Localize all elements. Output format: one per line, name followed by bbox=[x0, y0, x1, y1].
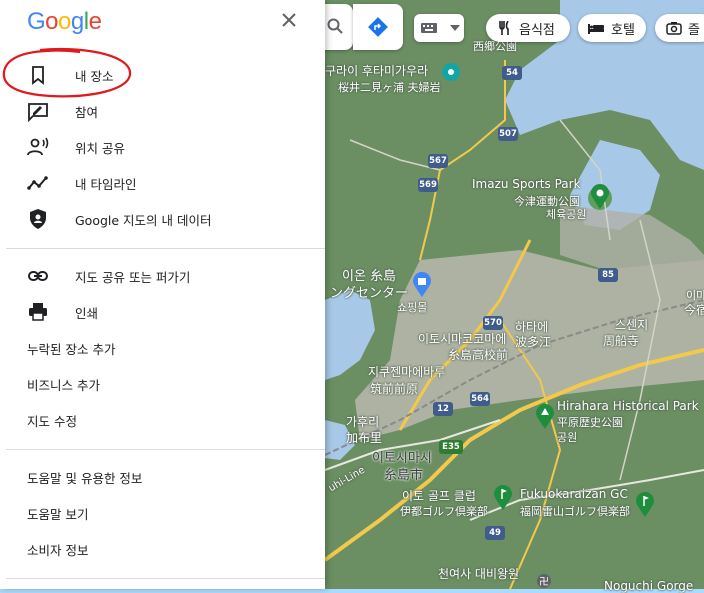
shield-icon bbox=[30, 209, 46, 229]
route-shield: E35 bbox=[439, 440, 463, 454]
map-label[interactable]: Noguchi Gorge bbox=[604, 579, 693, 593]
logo-letter: e bbox=[88, 8, 102, 35]
caret-down-icon[interactable] bbox=[450, 25, 460, 31]
map-label[interactable]: 지쿠젠마에바루 bbox=[368, 363, 445, 380]
logo-letter: o bbox=[58, 8, 71, 35]
menu-item-label: 도움말 보기 bbox=[27, 506, 89, 522]
close-icon[interactable] bbox=[278, 9, 300, 31]
restaurant-icon bbox=[499, 21, 509, 35]
map-label[interactable]: 桜井二見ヶ浦 夫婦岩 bbox=[338, 79, 441, 95]
menu-item-label: 내 타임라인 bbox=[75, 176, 137, 192]
map-label[interactable]: 筑前前原 bbox=[370, 380, 418, 397]
route-shield: 567 bbox=[428, 154, 448, 168]
park-pin-icon[interactable] bbox=[590, 184, 610, 210]
menu-item-add-missing-place[interactable]: 누락된 장소 추가 bbox=[0, 330, 325, 366]
map-label[interactable]: 福岡雷山ゴルフ倶楽部 bbox=[520, 503, 630, 519]
golf-pin-icon[interactable] bbox=[635, 492, 655, 518]
route-shield: 85 bbox=[598, 268, 618, 282]
menu-item-label: 인쇄 bbox=[75, 305, 99, 321]
divider bbox=[6, 578, 325, 579]
map-label[interactable]: 加布里 bbox=[346, 429, 382, 446]
map-label[interactable]: 今宿 bbox=[684, 301, 704, 318]
menu-item-label: 누락된 장소 추가 bbox=[27, 341, 116, 357]
location-sharing-icon bbox=[27, 137, 49, 156]
route-shield: 12 bbox=[433, 402, 453, 416]
shopping-pin-icon[interactable] bbox=[412, 272, 432, 298]
menu-item-label: 참여 bbox=[75, 104, 99, 120]
menu-item-label: 비즈니스 추가 bbox=[27, 377, 100, 393]
logo-letter: o bbox=[45, 8, 59, 35]
map-label[interactable]: 구라이 후타미가우라 bbox=[325, 62, 428, 79]
keyboard-icon bbox=[421, 23, 437, 33]
route-shield: 49 bbox=[485, 526, 505, 540]
logo-letter: g bbox=[70, 8, 84, 35]
side-menu-panel: Google 내 장소 참여 위치 공유 내 타임라인 Google 지도의 내… bbox=[0, 0, 325, 589]
menu-item-my-data[interactable]: Google 지도의 내 데이터 bbox=[0, 201, 325, 237]
route-shield: 564 bbox=[470, 392, 490, 406]
menu-item-label: 지도 공유 또는 퍼가기 bbox=[75, 269, 191, 285]
map-label[interactable]: Fukuokaraizan GC bbox=[520, 487, 628, 501]
chip-label: 호텔 bbox=[611, 22, 635, 38]
map-label[interactable]: 糸島高校前 bbox=[448, 346, 508, 363]
hotel-icon bbox=[588, 24, 604, 34]
chip-hotels[interactable]: 호텔 bbox=[578, 14, 646, 42]
menu-item-label: 소비자 정보 bbox=[27, 542, 89, 558]
menu-item-add-business[interactable]: 비즈니스 추가 bbox=[0, 366, 325, 402]
menu-item-get-help[interactable]: 도움말 보기 bbox=[0, 495, 325, 531]
divider bbox=[6, 248, 325, 249]
menu-item-share-embed[interactable]: 지도 공유 또는 퍼가기 bbox=[0, 258, 325, 294]
map-label[interactable]: 平原歴史公園 bbox=[557, 414, 623, 430]
divider bbox=[6, 449, 325, 450]
google-logo[interactable]: Google bbox=[27, 8, 102, 36]
map-label[interactable]: 이토시마코코마에 bbox=[418, 330, 506, 347]
directions-button[interactable] bbox=[353, 4, 403, 50]
map-label[interactable]: 伊都ゴルフ倶楽部 bbox=[400, 503, 488, 519]
chip-things-to-do[interactable]: 즐 bbox=[655, 14, 704, 42]
map-label[interactable]: 糸島市 bbox=[384, 464, 423, 483]
park-pin-icon[interactable] bbox=[535, 404, 555, 430]
route-shield: 54 bbox=[502, 66, 522, 80]
map-label[interactable]: 쇼핑몰 bbox=[397, 299, 427, 315]
input-tools-button[interactable] bbox=[414, 14, 464, 42]
attraction-pin-icon[interactable] bbox=[441, 62, 461, 84]
menu-item-location-sharing[interactable]: 위치 공유 bbox=[0, 129, 325, 165]
route-shield: 507 bbox=[498, 127, 518, 141]
menu-item-label: 지도 수정 bbox=[27, 413, 77, 429]
menu-item-label: Google 지도의 내 데이터 bbox=[75, 212, 212, 228]
link-icon bbox=[28, 271, 48, 281]
contribute-icon bbox=[28, 103, 48, 122]
menu-item-timeline[interactable]: 내 타임라인 bbox=[0, 165, 325, 201]
menu-item-print[interactable]: 인쇄 bbox=[0, 294, 325, 330]
map-label[interactable]: Hirahara Historical Park bbox=[557, 399, 699, 413]
search-icon[interactable] bbox=[327, 18, 343, 34]
golf-pin-icon[interactable] bbox=[493, 485, 513, 511]
map-label[interactable]: 공원 bbox=[557, 429, 577, 445]
camera-icon bbox=[666, 22, 682, 35]
directions-icon bbox=[368, 17, 388, 37]
menu-item-label: 도움말 및 유용한 정보 bbox=[27, 470, 143, 486]
map-label[interactable]: 波多江 bbox=[515, 333, 551, 350]
annotation-circle bbox=[2, 47, 132, 98]
menu-item-edit-map[interactable]: 지도 수정 bbox=[0, 402, 325, 438]
printer-icon bbox=[29, 303, 47, 321]
chip-restaurants[interactable]: 음식점 bbox=[486, 14, 570, 42]
route-shield: 570 bbox=[483, 316, 503, 330]
logo-letter: G bbox=[27, 8, 46, 35]
chip-label: 즐 bbox=[688, 22, 700, 38]
map-label[interactable]: 가후리 bbox=[346, 413, 379, 430]
map-label[interactable]: 이토 골프 클럽 bbox=[402, 487, 476, 504]
chip-label: 음식점 bbox=[519, 22, 555, 38]
map-label[interactable]: Imazu Sports Park bbox=[472, 177, 581, 191]
timeline-icon bbox=[27, 176, 48, 190]
menu-item-consumer-info[interactable]: 소비자 정보 bbox=[0, 531, 325, 567]
temple-icon[interactable]: 卍 bbox=[536, 573, 552, 589]
map-label[interactable]: 스센지 bbox=[615, 316, 648, 333]
svg-text:卍: 卍 bbox=[539, 576, 549, 588]
map-label[interactable]: 천여사 대비왕원 bbox=[438, 565, 519, 582]
menu-item-tips-and-tricks[interactable]: 도움말 및 유용한 정보 bbox=[0, 459, 325, 495]
map-label[interactable]: 체육공원 bbox=[546, 206, 586, 222]
menu-item-label: 위치 공유 bbox=[75, 140, 125, 156]
map-label[interactable]: 周船寺 bbox=[603, 332, 639, 349]
route-shield: 569 bbox=[418, 178, 438, 192]
